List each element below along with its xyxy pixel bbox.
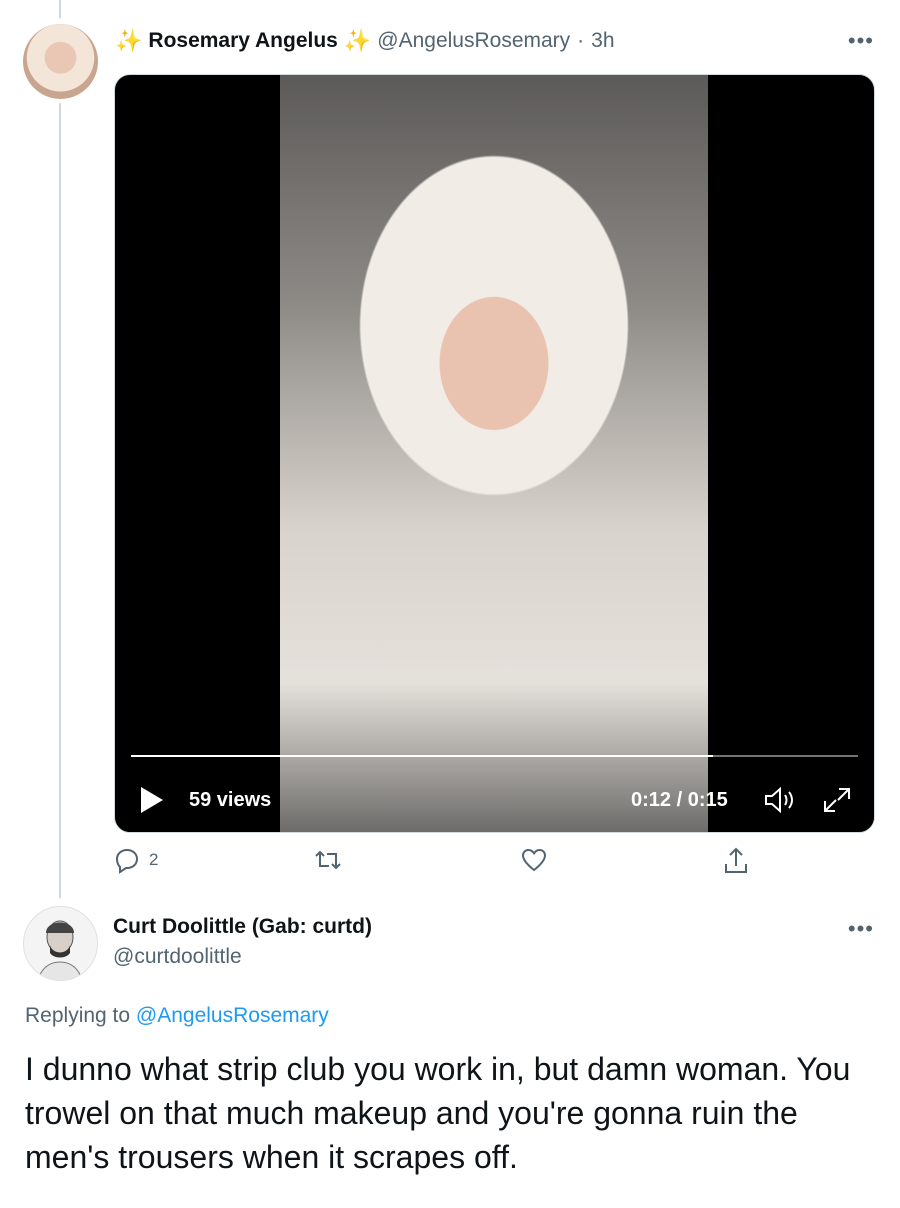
replying-to: Replying to @AngelusRosemary	[25, 1004, 329, 1028]
view-count: 59 views	[189, 789, 272, 811]
author-handle[interactable]: @AngelusRosemary	[377, 29, 570, 53]
reply-text: I dunno what strip club you work in, but…	[25, 1051, 851, 1175]
avatar[interactable]	[23, 24, 98, 99]
share-button[interactable]	[722, 846, 750, 876]
like-button[interactable]	[520, 846, 548, 874]
replying-to-link[interactable]: @AngelusRosemary	[136, 1004, 329, 1027]
reply-header: Curt Doolittle (Gab: curtd) @curtdoolitt…	[113, 915, 372, 969]
reply-icon	[115, 848, 139, 874]
tweet-time[interactable]: 3h	[591, 29, 614, 53]
video-time: 0:12 / 0:15	[631, 789, 728, 811]
replying-prefix: Replying to	[25, 1004, 136, 1027]
thread-line	[59, 103, 61, 898]
volume-icon[interactable]	[763, 785, 797, 821]
video-progress-bar[interactable]	[131, 755, 858, 757]
more-options-icon[interactable]: •••	[848, 916, 874, 942]
more-options-icon[interactable]: •••	[848, 28, 874, 54]
sparkle-icon: ✨	[343, 28, 372, 53]
reply-button[interactable]: 2	[113, 846, 158, 874]
thread-line-top	[59, 0, 61, 18]
reply-count: 2	[149, 850, 159, 869]
separator: ·	[577, 29, 585, 52]
fullscreen-icon[interactable]	[821, 785, 853, 821]
share-icon	[725, 847, 747, 873]
video-progress-fill	[131, 755, 713, 757]
play-icon[interactable]	[141, 787, 163, 813]
reply-author-handle[interactable]: @curtdoolittle	[113, 945, 372, 969]
avatar[interactable]	[23, 906, 98, 981]
video-player[interactable]: 59 views 0:12 / 0:15	[114, 74, 875, 833]
sparkle-icon: ✨	[115, 28, 143, 53]
tweet-header: ✨ Rosemary Angelus ✨ @AngelusRosemary · …	[115, 26, 615, 56]
heart-icon	[521, 848, 547, 872]
video-controls: 59 views 0:12 / 0:15	[115, 781, 874, 821]
reply-author-name[interactable]: Curt Doolittle (Gab: curtd)	[113, 915, 372, 939]
avatar-portrait	[37, 920, 83, 980]
tweet-actions: 2	[113, 846, 753, 880]
author-name[interactable]: Rosemary Angelus	[148, 29, 337, 53]
retweet-icon	[315, 850, 341, 870]
retweet-button[interactable]	[313, 846, 343, 874]
